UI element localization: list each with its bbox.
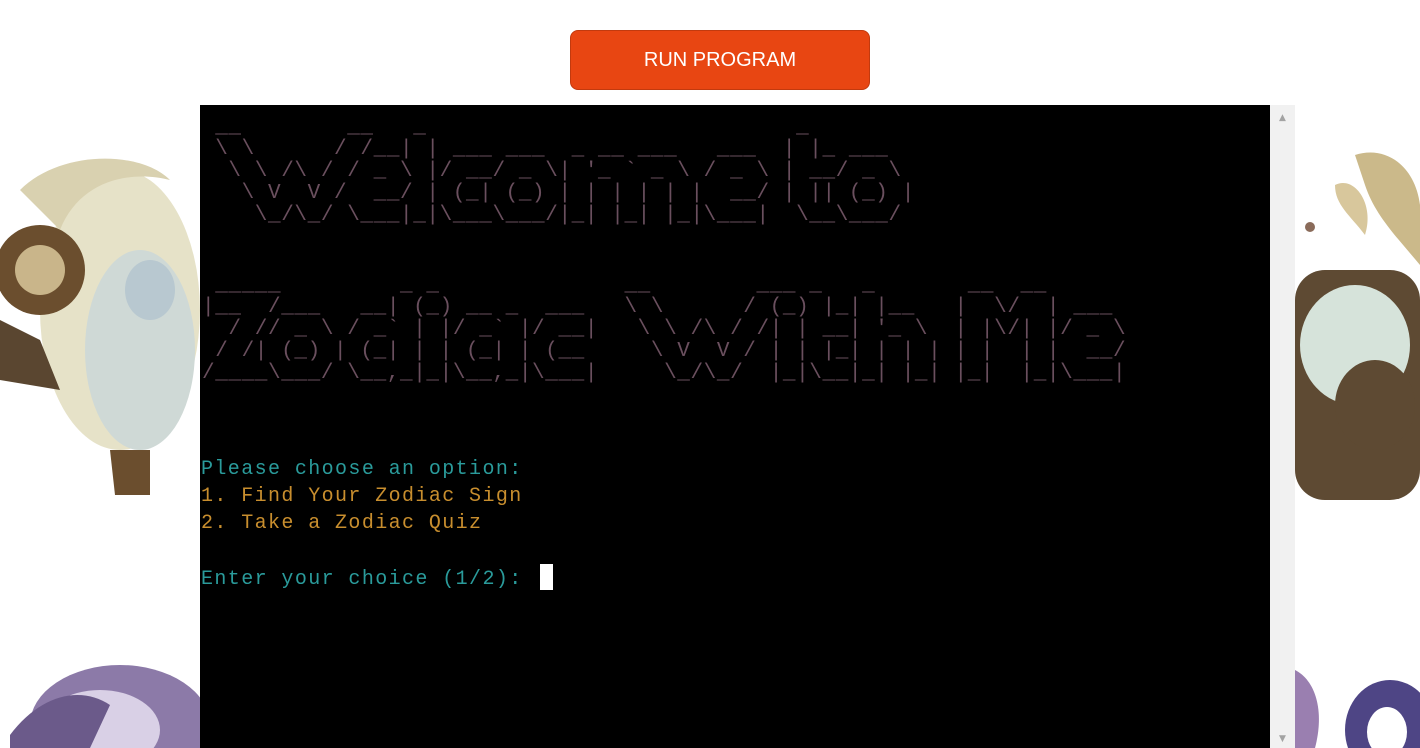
ram-illustration-left-top: [0, 150, 200, 500]
text-cursor: [540, 564, 554, 590]
menu-option-quiz: 2. Take a Zodiac Quiz: [201, 512, 483, 535]
ascii-banner-welcome: __ __ _ _ \ \ / /__| | ___ ___ _ __ ___ …: [215, 116, 915, 227]
choice-input-line[interactable]: Enter your choice (1/2):: [201, 564, 554, 593]
ram-illustration-left-bottom: [0, 655, 200, 748]
ram-illustration-right-top: [1295, 145, 1420, 505]
choice-input-prompt: Enter your choice (1/2):: [201, 568, 537, 591]
run-program-button[interactable]: RUN PROGRAM: [570, 30, 870, 90]
menu-option-find-sign: 1. Find Your Zodiac Sign: [201, 485, 523, 508]
menu-prompt: Please choose an option:: [201, 458, 523, 481]
ram-illustration-right-bottom: [1295, 660, 1420, 748]
terminal-window[interactable]: __ __ _ _ \ \ / /__| | ___ ___ _ __ ___ …: [200, 105, 1270, 748]
terminal-scrollbar[interactable]: ▲ ▼: [1270, 105, 1295, 748]
scroll-down-arrow-icon[interactable]: ▼: [1270, 730, 1295, 748]
page: RUN PROGRAM __ __ _ _ \ \ / /__| | ___ _…: [0, 0, 1420, 748]
ascii-banner-zodiac: _____ _ _ __ ___ _ _ __ __ |__ /___ __| …: [202, 274, 1127, 385]
scroll-up-arrow-icon[interactable]: ▲: [1270, 109, 1295, 127]
